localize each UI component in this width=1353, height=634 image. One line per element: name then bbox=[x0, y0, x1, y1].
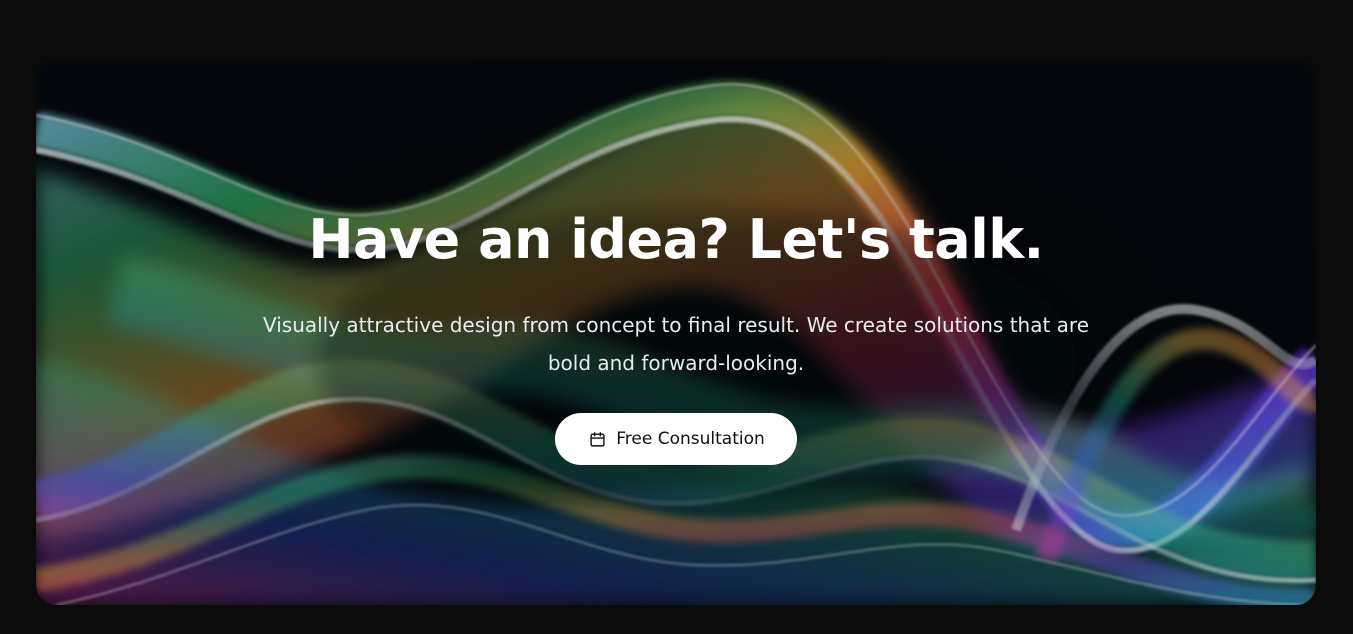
calendar-icon bbox=[589, 431, 606, 448]
hero-section: Have an idea? Let's talk. Visually attra… bbox=[36, 60, 1316, 605]
hero-content: Have an idea? Let's talk. Visually attra… bbox=[36, 208, 1316, 465]
free-consultation-label: Free Consultation bbox=[616, 429, 765, 449]
hero-headline: Have an idea? Let's talk. bbox=[308, 208, 1044, 271]
free-consultation-button[interactable]: Free Consultation bbox=[555, 413, 797, 465]
hero-subtext: Visually attractive design from concept … bbox=[262, 313, 1090, 375]
